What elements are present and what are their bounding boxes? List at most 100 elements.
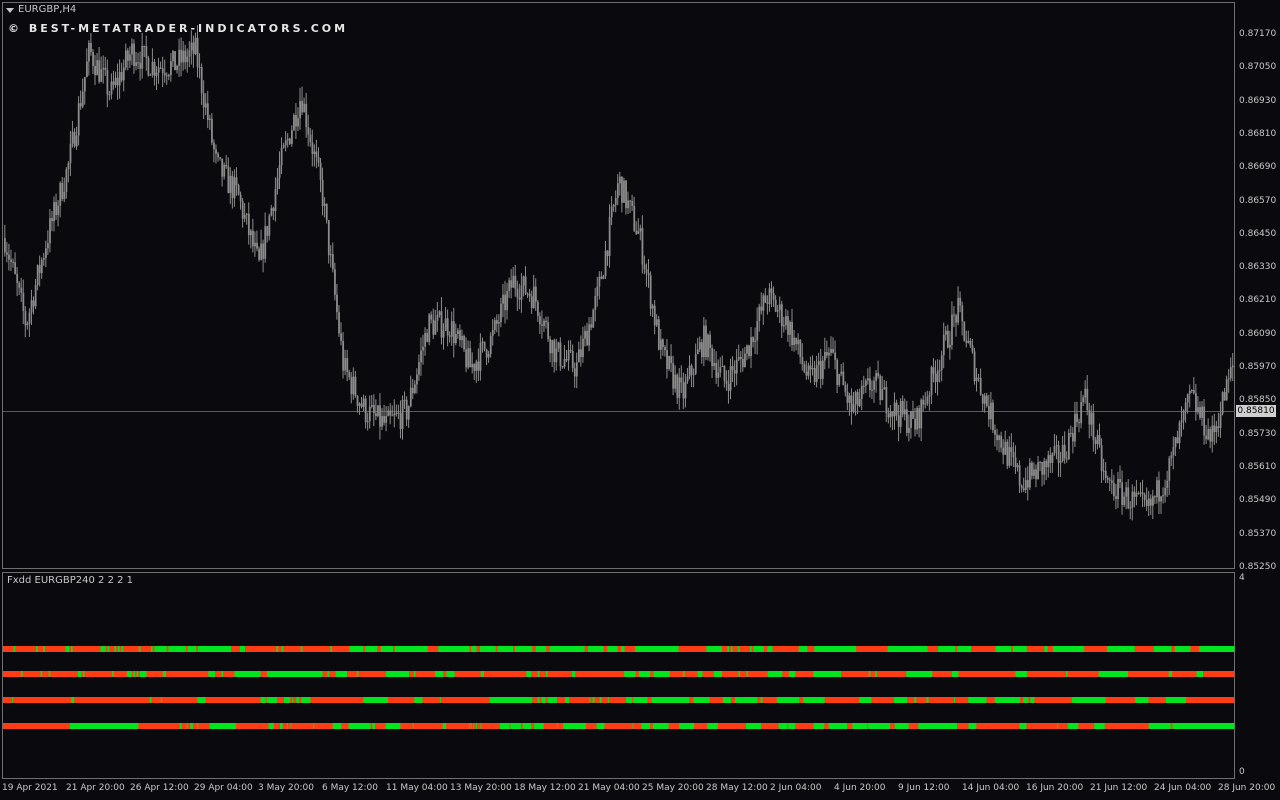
strip-segment-row-3 [955,697,969,703]
strip-segment-row-1 [739,646,751,652]
strip-segment-row-3 [651,697,690,703]
strip-segment-row-4 [760,723,779,729]
strip-segment-row-4 [282,723,288,729]
strip-segment-row-1 [635,646,679,652]
strip-segment-row-4 [287,723,291,729]
strip-segment-row-2 [638,671,651,677]
strip-segment-row-4 [679,723,695,729]
strip-segment-row-4 [1026,723,1058,729]
strip-segment-row-4 [852,723,868,729]
strip-segment-row-1 [1044,646,1049,652]
strip-segment-row-2 [166,671,209,677]
strip-segment-row-1 [722,646,728,652]
strip-segment-row-2 [322,671,328,677]
strip-segment-row-4 [341,723,349,729]
time-axis-label: 29 Apr 04:00 [194,783,253,793]
strip-segment-row-4 [3,723,71,729]
strip-segment-row-3 [71,697,75,703]
strip-segment-row-1 [588,646,605,652]
strip-segment-row-3 [363,697,389,703]
strip-segment-row-4 [908,723,919,729]
price-axis-label: 0.85610 [1239,461,1277,472]
strip-segment-row-2 [162,671,167,677]
strip-segment-row-4 [788,723,796,729]
strip-segment-row-3 [1165,697,1187,703]
strip-segment-row-1 [123,646,140,652]
strip-segment-row-1 [624,646,636,652]
strip-segment-row-2 [788,671,796,677]
strip-segment-row-2 [126,671,133,677]
strip-segment-row-2 [358,671,387,677]
strip-segment-row-3 [722,697,732,703]
strip-segment-row-2 [483,671,527,677]
time-axis-label: 25 May 20:00 [642,783,704,793]
strip-segment-row-1 [140,646,152,652]
strip-segment-row-4 [633,723,642,729]
strip-segment-row-2 [841,671,870,677]
strip-segment-row-2 [454,671,482,677]
strip-segment-row-4 [400,723,414,729]
strip-segment-row-2 [386,671,410,677]
strip-segment-row-3 [762,697,778,703]
strip-segment-row-2 [713,671,723,677]
price-axis-label: 0.85970 [1239,362,1277,372]
strip-segment-row-4 [1094,723,1106,729]
strip-segment-row-1 [1012,646,1028,652]
strip-segment-row-2 [223,671,235,677]
strip-segment-row-4 [668,723,680,729]
strip-segment-row-1 [377,646,382,652]
strip-segment-row-3 [296,697,300,703]
strip-segment-row-4 [918,723,958,729]
strip-segment-row-2 [347,671,358,677]
strip-segment-row-3 [709,697,724,703]
strip-segment-row-2 [531,671,539,677]
strip-segment-row-4 [543,723,558,729]
strip-segment-row-3 [276,697,285,703]
strip-segment-row-4 [894,723,910,729]
strip-segment-row-4 [890,723,895,729]
strip-segment-row-1 [807,646,815,652]
time-axis-label: 21 Apr 20:00 [66,783,125,793]
time-axis-label: 16 Jun 20:00 [1026,783,1084,793]
strip-segment-row-1 [1106,646,1136,652]
strip-segment-row-2 [267,671,323,677]
strip-segment-row-1 [927,646,939,652]
strip-segment-row-2 [813,671,842,677]
strip-segment-row-2 [1172,671,1197,677]
time-axis-label: 26 Apr 12:00 [130,783,189,793]
strip-segment-row-1 [621,646,625,652]
strip-segment-row-1 [198,646,232,652]
strip-segment-row-4 [717,723,747,729]
strip-segment-row-3 [647,697,652,703]
price-axis-label: 0.87170 [1239,29,1277,39]
strip-segment-row-3 [565,697,570,703]
price-axis-label: 0.86330 [1239,262,1277,273]
strip-segment-row-1 [278,646,282,652]
strip-segment-row-4 [824,723,830,729]
strip-segment-row-3 [556,697,566,703]
strip-segment-row-2 [653,671,671,677]
strip-segment-row-2 [78,671,82,677]
strip-segment-row-4 [795,723,815,729]
strip-segment-row-4 [813,723,825,729]
strip-segment-row-3 [489,697,533,703]
time-axis-label: 11 May 04:00 [386,783,448,793]
strip-segment-row-4 [187,723,191,729]
strip-segment-row-1 [971,646,996,652]
price-axis-label: 0.86810 [1239,128,1277,139]
strip-segment-row-2 [1026,671,1067,677]
strip-segment-row-2 [335,671,348,677]
strip-segment-row-3 [1105,697,1136,703]
price-axis-label: 0.85490 [1239,495,1277,506]
strip-segment-row-1 [109,646,115,652]
strip-segment-row-1 [231,646,241,652]
strip-segment-row-2 [22,671,41,677]
strip-segment-row-1 [995,646,1012,652]
strip-segment-row-1 [480,646,497,652]
strip-segment-row-3 [541,697,547,703]
strip-segment-row-1 [476,646,481,652]
strip-segment-row-1 [65,646,70,652]
strip-segment-row-3 [928,697,955,703]
strip-segment-row-4 [1104,723,1150,729]
strip-segment-row-3 [1186,697,1235,703]
